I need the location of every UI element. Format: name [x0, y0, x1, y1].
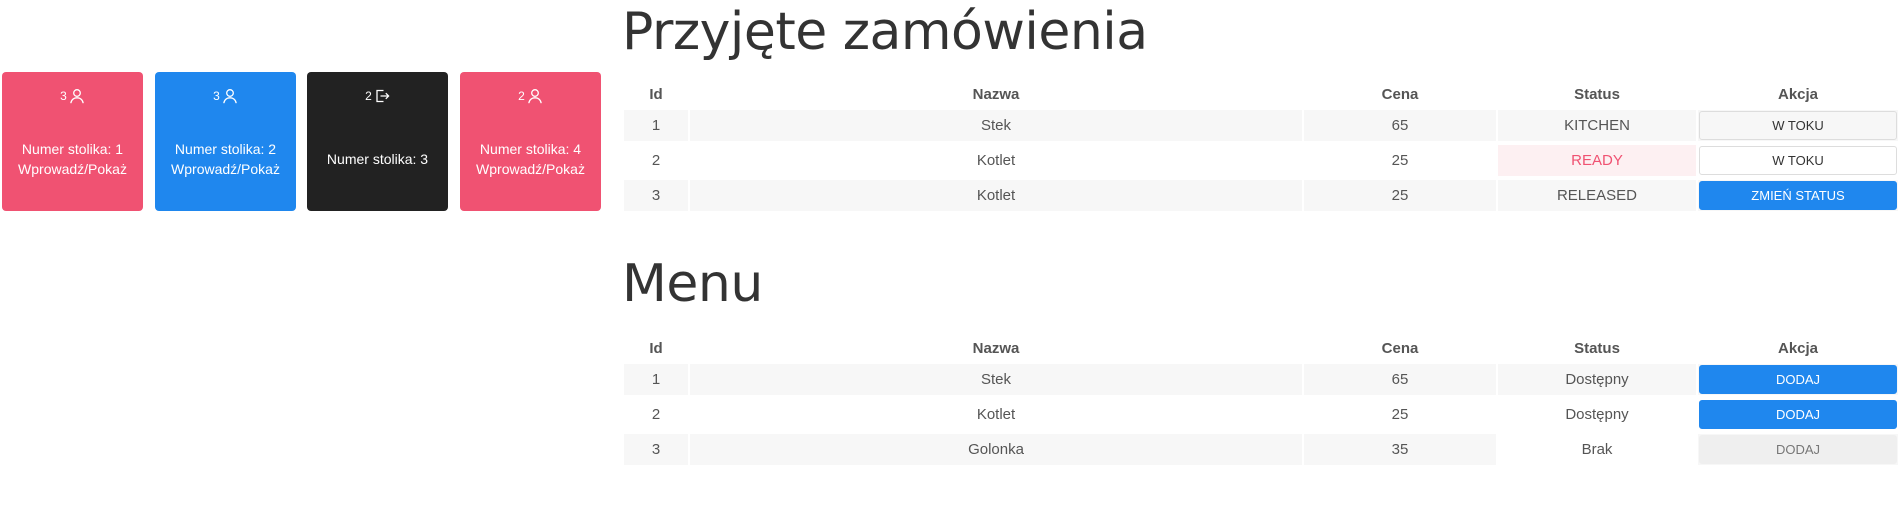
card-header: 3: [2, 86, 143, 106]
order-id: 2: [624, 143, 688, 178]
in-progress-button[interactable]: W TOKU: [1699, 146, 1897, 175]
order-price: 25: [1304, 178, 1496, 213]
table-header-row: Id Nazwa Cena Status Akcja: [624, 80, 1898, 108]
menu-id: 2: [624, 397, 688, 432]
menu-status: Dostępny: [1498, 362, 1696, 397]
guest-count: 3: [213, 89, 220, 103]
card-header: 3: [155, 86, 296, 106]
table-row: 1 Stek 65 Dostępny DODAJ: [624, 362, 1898, 397]
menu-table: Id Nazwa Cena Status Akcja 1 Stek 65 Dos…: [622, 334, 1900, 467]
header-status: Status: [1574, 339, 1620, 357]
change-status-button[interactable]: ZMIEŃ STATUS: [1699, 181, 1897, 210]
header-id: Id: [649, 339, 663, 357]
order-name: Kotlet: [690, 143, 1302, 178]
person-icon: [70, 89, 84, 104]
table-header-row: Id Nazwa Cena Status Akcja: [624, 334, 1898, 362]
person-icon: [528, 89, 542, 104]
order-name: Kotlet: [690, 178, 1302, 213]
header-price: Cena: [1381, 85, 1419, 103]
in-progress-button[interactable]: W TOKU: [1699, 111, 1897, 140]
table-row: 1 Stek 65 KITCHEN W TOKU: [624, 108, 1898, 143]
menu-action-cell: DODAJ: [1698, 432, 1898, 467]
menu-price: 35: [1304, 432, 1496, 467]
header-status: Status: [1574, 85, 1620, 103]
enter-show-link[interactable]: Wprowadź/Pokaż: [155, 160, 296, 178]
orders-title: Przyjęte zamówienia: [622, 2, 1148, 62]
menu-name: Stek: [690, 362, 1302, 397]
add-button[interactable]: DODAJ: [1699, 365, 1897, 394]
order-status: RELEASED: [1498, 178, 1696, 213]
enter-show-link[interactable]: Wprowadź/Pokaż: [2, 160, 143, 178]
order-action-cell: ZMIEŃ STATUS: [1698, 178, 1898, 213]
table-number: Numer stolika: 1: [21, 141, 124, 157]
menu-name: Golonka: [690, 432, 1302, 467]
table-number: Numer stolika: 4: [479, 141, 582, 157]
order-id: 3: [624, 178, 688, 213]
menu-id: 1: [624, 362, 688, 397]
guest-count: 2: [365, 89, 372, 103]
order-status: KITCHEN: [1498, 108, 1696, 143]
order-price: 65: [1304, 108, 1496, 143]
menu-id: 3: [624, 432, 688, 467]
menu-price: 25: [1304, 397, 1496, 432]
order-action-cell: W TOKU: [1698, 108, 1898, 143]
order-price: 25: [1304, 143, 1496, 178]
table-row: 3 Kotlet 25 RELEASED ZMIEŃ STATUS: [624, 178, 1898, 213]
table-card-4[interactable]: 2 Numer stolika: 4 Wprowadź/Pokaż: [460, 72, 601, 211]
table-row: 3 Golonka 35 Brak DODAJ: [624, 432, 1898, 467]
menu-action-cell: DODAJ: [1698, 397, 1898, 432]
order-status: READY: [1498, 143, 1696, 178]
order-name: Stek: [690, 108, 1302, 143]
order-id: 1: [624, 108, 688, 143]
menu-status: Dostępny: [1498, 397, 1696, 432]
table-card-2[interactable]: 3 Numer stolika: 2 Wprowadź/Pokaż: [155, 72, 296, 211]
menu-name: Kotlet: [690, 397, 1302, 432]
table-row: 2 Kotlet 25 Dostępny DODAJ: [624, 397, 1898, 432]
order-action-cell: W TOKU: [1698, 143, 1898, 178]
add-button[interactable]: DODAJ: [1699, 400, 1897, 429]
guest-count: 2: [518, 89, 525, 103]
header-id: Id: [649, 85, 663, 103]
menu-status: Brak: [1498, 432, 1696, 467]
menu-price: 65: [1304, 362, 1496, 397]
table-card-1[interactable]: 3 Numer stolika: 1 Wprowadź/Pokaż: [2, 72, 143, 211]
guest-count: 3: [60, 89, 67, 103]
menu-action-cell: DODAJ: [1698, 362, 1898, 397]
header-name: Nazwa: [972, 339, 1020, 357]
table-number: Numer stolika: 2: [174, 141, 277, 157]
menu-title: Menu: [622, 254, 763, 314]
table-row: 2 Kotlet 25 READY W TOKU: [624, 143, 1898, 178]
orders-table: Id Nazwa Cena Status Akcja 1 Stek 65 KIT…: [622, 80, 1900, 213]
sign-out-icon: [376, 89, 390, 103]
card-header: 2: [307, 86, 448, 106]
card-header: 2: [460, 86, 601, 106]
add-button-disabled: DODAJ: [1699, 435, 1897, 464]
enter-show-link[interactable]: Wprowadź/Pokaż: [460, 160, 601, 178]
header-name: Nazwa: [972, 85, 1020, 103]
table-card-3[interactable]: 2 Numer stolika: 3: [307, 72, 448, 211]
header-action: Akcja: [1777, 85, 1819, 103]
person-icon: [223, 89, 237, 104]
header-action: Akcja: [1777, 339, 1819, 357]
table-number: Numer stolika: 3: [326, 151, 429, 167]
header-price: Cena: [1381, 339, 1419, 357]
